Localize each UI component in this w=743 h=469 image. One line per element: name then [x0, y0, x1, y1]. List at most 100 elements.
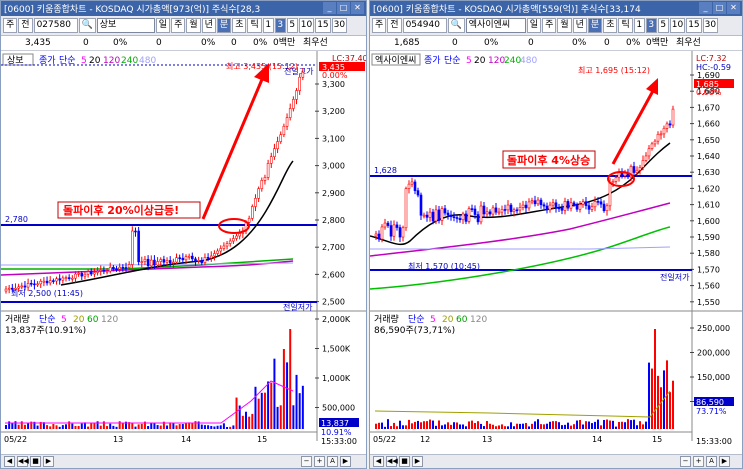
- interval-1[interactable]: 1: [633, 18, 645, 33]
- interval-30[interactable]: 30: [702, 18, 719, 33]
- period-day[interactable]: 일: [155, 18, 171, 33]
- candle-body: [273, 148, 276, 158]
- period-month[interactable]: 월: [186, 18, 201, 33]
- font-icon[interactable]: A: [706, 456, 717, 467]
- volume-bar: [134, 426, 137, 429]
- candle-body: [404, 188, 408, 229]
- chart-area[interactable]: 엑사이엔씨 종가 단순 5 20 120 240 480 1,690 1,680 1…: [370, 51, 742, 468]
- period-second[interactable]: 초: [603, 18, 618, 33]
- interval-3[interactable]: 3: [274, 18, 286, 33]
- svg-text:0.00%: 0.00%: [322, 71, 348, 80]
- svg-text:120: 120: [101, 315, 118, 325]
- candle-body: [71, 277, 74, 280]
- period-year[interactable]: 년: [201, 18, 216, 33]
- volume-bar: [213, 426, 216, 429]
- ju-select[interactable]: 주: [3, 18, 18, 33]
- candle-body: [102, 270, 106, 272]
- volume-bar: [87, 426, 90, 429]
- price-chart-svg-left[interactable]: 상보 종가 단순 5 20 120 240 480 3,3003,2003,10…: [1, 51, 367, 456]
- scroll-left-icon[interactable]: ◀: [4, 456, 15, 467]
- price-chart-svg-right[interactable]: 엑사이엔씨 종가 단순 5 20 120 240 480 1,6901,6801…: [370, 51, 743, 456]
- interval-10[interactable]: 10: [298, 18, 315, 33]
- zoom-in-icon[interactable]: +: [693, 456, 704, 467]
- candle-body: [121, 266, 125, 269]
- period-year[interactable]: 년: [572, 18, 587, 33]
- period-minute[interactable]: 분: [216, 18, 232, 33]
- scroll-start-icon[interactable]: ◀◀: [17, 456, 29, 467]
- candle-body: [11, 287, 14, 290]
- x-tick-label: 14: [181, 435, 191, 444]
- minimize-icon[interactable]: _: [699, 2, 712, 14]
- play-icon[interactable]: ▶: [412, 456, 423, 467]
- candle-body: [443, 208, 447, 214]
- close-icon[interactable]: ✕: [727, 2, 740, 14]
- interval-10[interactable]: 10: [669, 18, 686, 33]
- y-tick-label: 1,500K: [322, 345, 351, 354]
- candle-body: [58, 278, 61, 281]
- current-price: 1,685: [394, 38, 420, 48]
- interval-1[interactable]: 1: [262, 18, 274, 33]
- zoom-in-icon[interactable]: +: [314, 456, 325, 467]
- candle-body: [178, 257, 181, 259]
- period-tick[interactable]: 틱: [247, 18, 262, 33]
- ju-select[interactable]: 주: [372, 18, 387, 33]
- search-icon[interactable]: 🔍: [447, 18, 465, 33]
- zoom-out-icon[interactable]: −: [680, 456, 691, 467]
- volume-bar: [552, 421, 554, 429]
- maximize-icon[interactable]: □: [713, 2, 726, 14]
- period-second[interactable]: 초: [232, 18, 247, 33]
- period-month[interactable]: 월: [557, 18, 572, 33]
- candle-body: [140, 261, 144, 263]
- volume-bar: [71, 423, 74, 429]
- scroll-left-icon[interactable]: ◀: [373, 456, 384, 467]
- volume-bar: [648, 362, 650, 429]
- stop-icon[interactable]: ■: [399, 456, 410, 467]
- interval-3[interactable]: 3: [645, 18, 657, 33]
- scroll-right-icon[interactable]: ▶: [719, 456, 730, 467]
- scroll-right-icon[interactable]: ▶: [340, 456, 351, 467]
- chart-area[interactable]: 상보 종가 단순 5 20 120 240 480 3,300 3,200 3,10…: [1, 51, 366, 468]
- jeon-select[interactable]: 전: [18, 18, 33, 33]
- volume-bar: [282, 349, 285, 429]
- play-icon[interactable]: ▶: [43, 456, 54, 467]
- candle-body: [228, 240, 232, 244]
- candle-body: [644, 155, 648, 161]
- interval-5[interactable]: 5: [657, 18, 669, 33]
- minimize-icon[interactable]: _: [323, 2, 336, 14]
- volume-bar: [531, 423, 533, 429]
- scroll-start-icon[interactable]: ◀◀: [386, 456, 398, 467]
- maximize-icon[interactable]: □: [337, 2, 350, 14]
- period-day[interactable]: 일: [526, 18, 542, 33]
- stock-code-input[interactable]: 027580: [33, 18, 78, 33]
- volume-bar: [102, 421, 105, 429]
- period-minute[interactable]: 분: [587, 18, 603, 33]
- volume-bar: [612, 420, 614, 429]
- interval-5[interactable]: 5: [286, 18, 298, 33]
- volume-bar: [295, 374, 298, 429]
- period-week[interactable]: 주: [542, 18, 557, 33]
- zoom-out-icon[interactable]: −: [301, 456, 312, 467]
- candle-body: [137, 230, 140, 263]
- font-icon[interactable]: A: [327, 456, 338, 467]
- search-icon[interactable]: 🔍: [78, 18, 96, 33]
- close-icon[interactable]: ✕: [351, 2, 364, 14]
- candle-body: [563, 201, 567, 211]
- stock-code-input[interactable]: 054940: [402, 18, 447, 33]
- price-legend: 엑사이엔씨 종가 단순 5 20 120 240 480: [371, 53, 537, 66]
- svg-text:단순: 단순: [444, 55, 461, 66]
- candle-body: [584, 201, 588, 206]
- stop-icon[interactable]: ■: [30, 456, 41, 467]
- candle-body: [222, 245, 226, 249]
- period-tick[interactable]: 틱: [618, 18, 633, 33]
- interval-15[interactable]: 15: [686, 18, 702, 33]
- volume-bars: [5, 329, 304, 429]
- jeon-select[interactable]: 전: [387, 18, 402, 33]
- stock-name-field[interactable]: 상보: [96, 18, 155, 33]
- volume-bar: [429, 419, 431, 429]
- interval-15[interactable]: 15: [315, 18, 331, 33]
- period-week[interactable]: 주: [171, 18, 186, 33]
- y-tick-label: 3,200: [322, 107, 345, 116]
- volume-bar: [254, 386, 257, 429]
- interval-30[interactable]: 30: [331, 18, 348, 33]
- stock-name-field[interactable]: 엑사이엔씨: [465, 18, 526, 33]
